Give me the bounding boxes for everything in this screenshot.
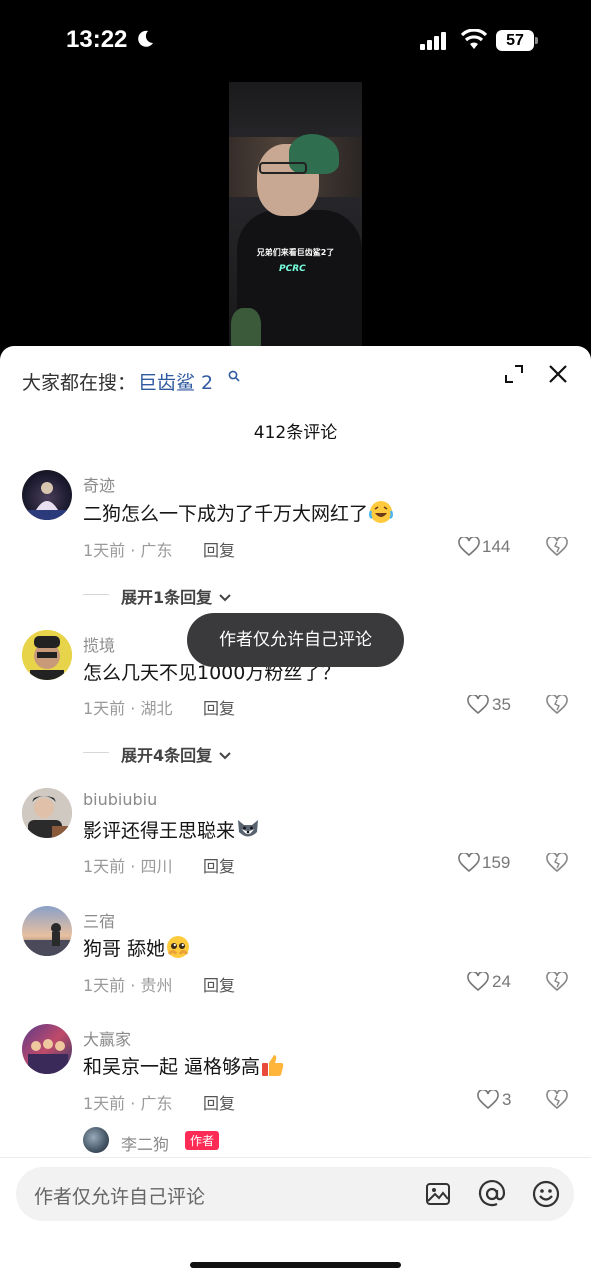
like-count: 159 [482,853,511,872]
author-badge: 作者 [185,1131,220,1150]
dislike-heart-icon[interactable] [546,537,568,557]
like-heart-icon[interactable] [467,695,489,715]
video-plant [231,308,261,346]
comment-count: 412条评论 [253,423,338,443]
battery-tip [535,37,538,44]
dislike-heart-icon[interactable] [546,1090,568,1110]
avatar[interactable] [22,906,72,956]
expand-divider [83,752,109,753]
fullscreen-icon[interactable] [504,364,524,384]
comment-text-body: 和吴京一起 逼格够高 [83,1056,261,1078]
comment-username[interactable]: 大赢家 [83,1026,131,1050]
status-bar: 13:22 57 [0,0,591,80]
comment-username[interactable]: biubiubiu [83,790,157,809]
comment-meta: 1天前 · 四川 [83,857,173,876]
expand-replies-label: 展开4条回复 [121,746,213,765]
comment-input-placeholder: 作者仅允许自己评论 [34,1186,206,1208]
like-heart-icon[interactable] [458,537,480,557]
thumbs-up-emoji-icon [262,1055,284,1076]
like-count: 3 [502,1090,512,1109]
pleading-emoji-icon [167,936,190,958]
comment-username[interactable]: 揽境 [83,632,115,656]
battery-indicator: 57 [496,30,538,51]
avatar-figure-icon [22,923,72,956]
comment-meta: 1天前 · 湖北 [83,699,173,718]
comment-meta: 1天前 · 贵州 [83,976,173,995]
author-name: 李二狗 [121,1135,170,1154]
video-player[interactable]: 兄弟们来看巨齿鲨2了 PCRC [229,82,362,346]
author-avatar[interactable] [83,1127,109,1153]
trending-search-label: 大家都在搜： [22,372,137,394]
trending-search-term[interactable]: 巨齿鲨 2 [138,372,213,394]
avatar-figure-icon [28,1039,68,1074]
trending-search[interactable]: 大家都在搜： 巨齿鲨 2 [22,368,213,394]
expand-replies-button[interactable]: 展开4条回复 [121,742,232,766]
like-heart-icon[interactable] [458,853,480,873]
image-icon[interactable] [425,1181,451,1207]
avatar[interactable] [22,630,72,680]
avatar[interactable] [22,1024,72,1074]
laugh-cry-emoji-icon [369,501,394,523]
avatar-figure-icon [22,482,72,520]
avatar[interactable] [22,470,72,520]
reply-button[interactable]: 回复 [203,1090,235,1114]
expand-replies-label: 展开1条回复 [121,588,213,607]
chevron-down-icon [219,594,231,602]
comment-text-body: 狗哥 舔她 [83,938,166,960]
toast-message: 作者仅允许自己评论 [187,613,404,667]
dislike-heart-icon[interactable] [546,972,568,992]
comment-text: 影评还得王思聪来 [83,816,261,843]
reply-button[interactable]: 回复 [203,972,235,996]
divider [0,1157,591,1158]
like-heart-icon[interactable] [467,972,489,992]
moon-icon [138,30,153,47]
signal-icon [420,32,446,50]
avatar-figure-icon [22,788,72,838]
like-heart-icon[interactable] [477,1090,499,1110]
avatar-figure-icon [22,630,72,680]
dislike-heart-icon[interactable] [546,695,568,715]
chevron-down-icon [219,752,231,760]
comment-input[interactable]: 作者仅允许自己评论 [16,1167,574,1221]
expand-divider [83,594,109,595]
comment-meta: 1天前 · 广东 [83,1094,173,1113]
like-count: 35 [492,695,511,714]
comment-username[interactable]: 三宿 [83,908,115,932]
home-indicator[interactable] [190,1262,401,1268]
video-caption: 兄弟们来看巨齿鲨2了 [256,248,335,257]
comment-meta: 1天前 · 广东 [83,541,173,560]
comment-username[interactable]: 奇迹 [83,472,115,496]
like-count: 144 [482,537,511,556]
search-icon [228,370,240,382]
wifi-icon [460,29,488,49]
comment-text: 二狗怎么一下成为了千万大网红了 [83,499,394,526]
mention-icon[interactable] [477,1179,507,1209]
close-icon[interactable] [547,363,569,385]
husky-emoji-icon [238,820,259,837]
comment-text: 狗哥 舔她 [83,934,191,961]
video-shirt-logo: PCRC [279,264,306,274]
clock: 13:22 [66,26,128,53]
like-count: 24 [492,972,511,991]
battery-level: 57 [496,30,534,51]
video-person-glasses [259,162,307,174]
dislike-heart-icon[interactable] [546,853,568,873]
reply-button[interactable]: 回复 [203,853,235,877]
comment-text-body: 影评还得王思聪来 [83,820,236,842]
reply-button[interactable]: 回复 [203,537,235,561]
emoji-icon[interactable] [532,1180,560,1208]
avatar[interactable] [22,788,72,838]
comment-text: 和吴京一起 逼格够高 [83,1052,286,1079]
reply-button[interactable]: 回复 [203,695,235,719]
expand-replies-button[interactable]: 展开1条回复 [121,584,232,608]
comment-text-body: 二狗怎么一下成为了千万大网红了 [83,503,369,525]
